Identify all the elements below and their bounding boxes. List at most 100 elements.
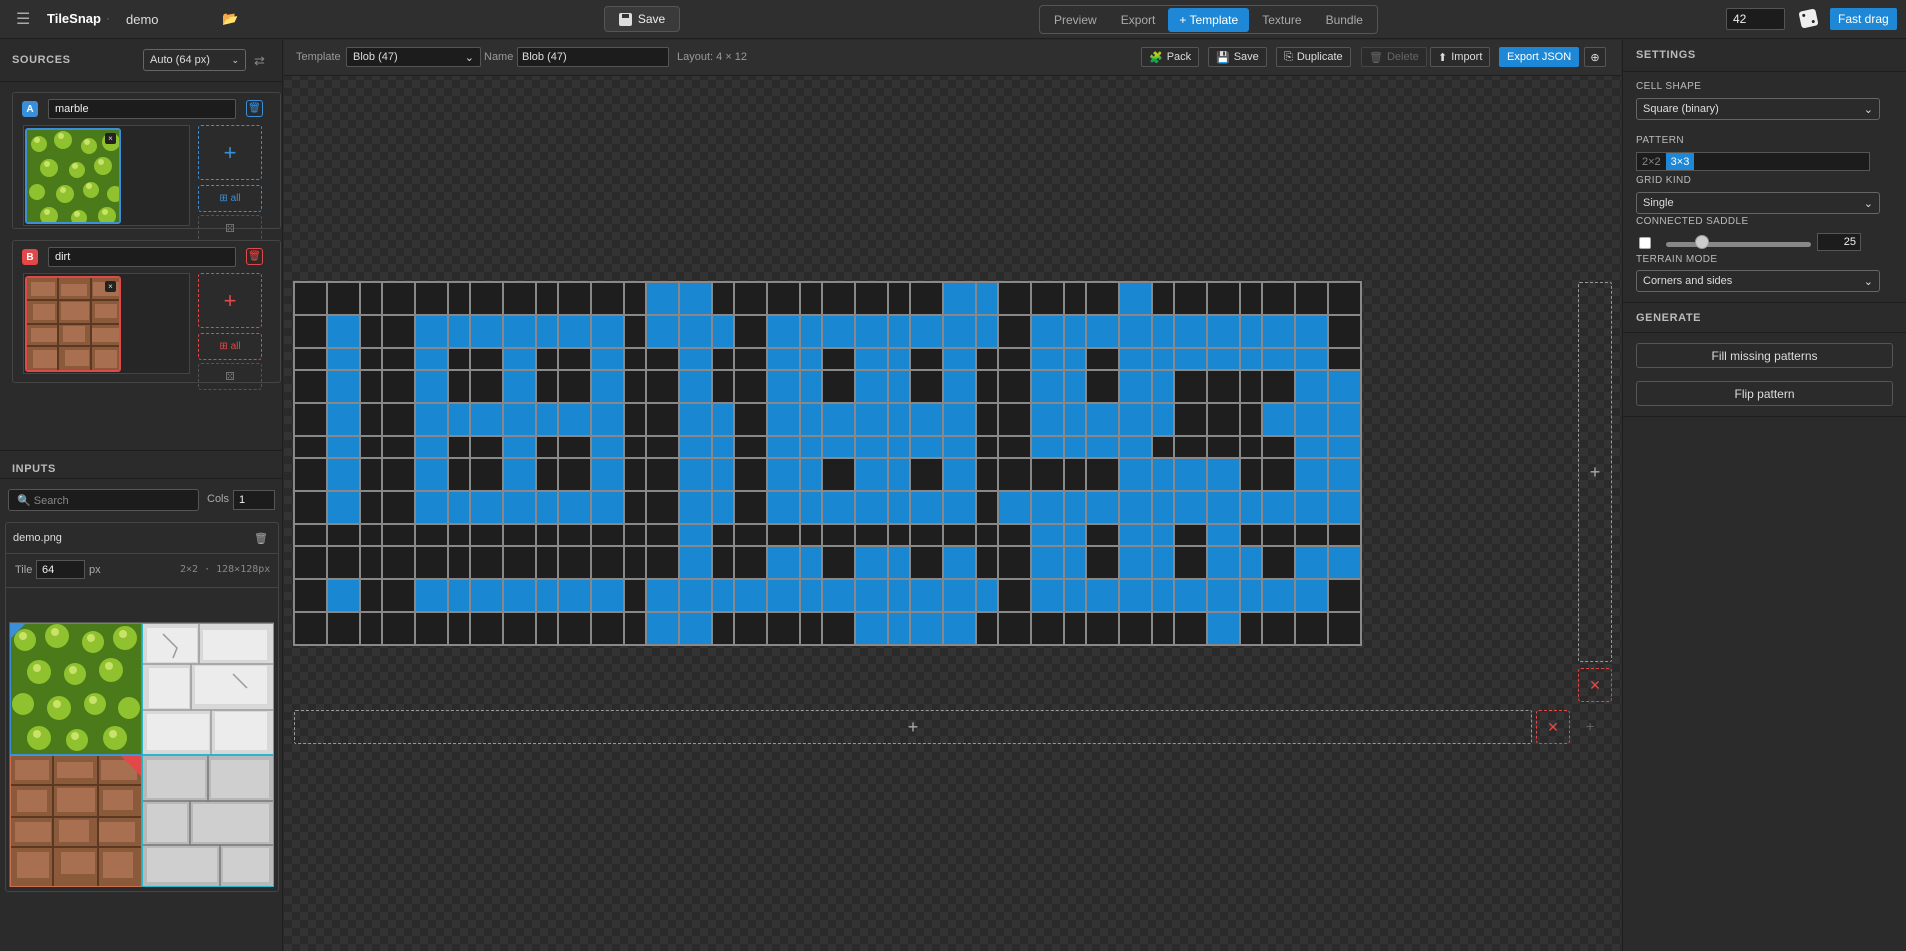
pattern-cell[interactable] — [557, 457, 658, 558]
pattern-subcell[interactable] — [415, 315, 448, 348]
pattern-subcell[interactable] — [1031, 370, 1064, 403]
pattern-subcell[interactable] — [1119, 612, 1152, 645]
random-icon[interactable]: ⚄ — [198, 363, 262, 390]
pattern-subcell[interactable] — [1086, 458, 1119, 491]
pattern-subcell[interactable] — [855, 315, 888, 348]
template-name-input[interactable] — [517, 47, 669, 67]
pattern-subcell[interactable] — [822, 315, 855, 348]
pattern-cell[interactable] — [381, 457, 482, 558]
pattern-subcell[interactable] — [822, 282, 855, 315]
pattern-subcell[interactable] — [910, 579, 943, 612]
pattern-subcell[interactable] — [558, 612, 591, 645]
pattern-cell[interactable] — [821, 457, 922, 558]
pattern-subcell[interactable] — [734, 282, 767, 315]
saddle-value-input[interactable] — [1817, 233, 1861, 251]
pattern-subcell[interactable] — [910, 546, 943, 579]
pattern-subcell[interactable] — [294, 612, 327, 645]
fast-drag-button[interactable]: Fast drag — [1830, 8, 1897, 30]
pattern-subcell[interactable] — [998, 546, 1031, 579]
pattern-cell[interactable] — [645, 281, 746, 382]
pattern-subcell[interactable] — [910, 458, 943, 491]
pattern-subcell[interactable] — [1262, 370, 1295, 403]
source-name-input[interactable] — [48, 247, 236, 267]
save-template-button[interactable]: 💾 Save — [1208, 47, 1267, 67]
duplicate-button[interactable]: ⎘ Duplicate — [1276, 47, 1351, 67]
tab-export[interactable]: Export — [1110, 8, 1167, 32]
pattern-subcell[interactable] — [910, 403, 943, 436]
pattern-subcell[interactable] — [327, 579, 360, 612]
tile-size-input[interactable] — [36, 560, 85, 579]
source-thumbnail[interactable]: × — [25, 276, 121, 372]
pattern-subcell[interactable] — [1295, 403, 1328, 436]
pattern-cell[interactable] — [997, 281, 1098, 382]
pattern-subcell[interactable] — [415, 546, 448, 579]
pattern-subcell[interactable] — [646, 491, 679, 524]
pattern-subcell[interactable] — [1207, 458, 1240, 491]
pattern-subcell[interactable] — [1119, 458, 1152, 491]
pattern-subcell[interactable] — [415, 458, 448, 491]
pattern-cell[interactable] — [1173, 457, 1274, 558]
pattern-subcell[interactable] — [1119, 546, 1152, 579]
pattern-subcell[interactable] — [327, 403, 360, 436]
pattern-subcell[interactable] — [943, 370, 976, 403]
pattern-cell[interactable] — [997, 369, 1098, 470]
flip-pattern-button[interactable]: Flip pattern — [1636, 381, 1893, 406]
pattern-subcell[interactable] — [767, 612, 800, 645]
pattern-cell[interactable] — [1085, 369, 1186, 470]
tilesheet-preview[interactable] — [9, 622, 274, 887]
pattern-subcell[interactable] — [998, 315, 1031, 348]
pattern-cell[interactable] — [557, 545, 658, 646]
pattern-subcell[interactable] — [1328, 403, 1361, 436]
pattern-subcell[interactable] — [767, 403, 800, 436]
pattern-subcell[interactable] — [822, 403, 855, 436]
project-name-input[interactable] — [118, 8, 222, 30]
pattern-cell[interactable] — [909, 369, 1010, 470]
pattern-subcell[interactable] — [1174, 491, 1207, 524]
pattern-subcell[interactable] — [327, 315, 360, 348]
pack-button[interactable]: 🧩 Pack — [1141, 47, 1200, 67]
pattern-cell[interactable] — [645, 545, 746, 646]
pattern-subcell[interactable] — [591, 458, 624, 491]
pattern-subcell[interactable] — [1119, 491, 1152, 524]
pattern-subcell[interactable] — [855, 491, 888, 524]
pattern-subcell[interactable] — [1031, 491, 1064, 524]
pattern-subcell[interactable] — [1174, 370, 1207, 403]
pattern-subcell[interactable] — [943, 612, 976, 645]
pattern-subcell[interactable] — [327, 491, 360, 524]
pattern-subcell[interactable] — [470, 403, 503, 436]
random-icon[interactable]: ⚄ — [198, 215, 262, 242]
fill-missing-button[interactable]: Fill missing patterns — [1636, 343, 1893, 368]
pattern-cell[interactable] — [645, 369, 746, 470]
pattern-subcell[interactable] — [679, 612, 712, 645]
pattern-cell[interactable] — [469, 457, 570, 558]
pattern-subcell[interactable] — [943, 579, 976, 612]
pattern-subcell[interactable] — [1207, 282, 1240, 315]
pattern-cell[interactable] — [733, 369, 834, 470]
pattern-subcell[interactable] — [503, 315, 536, 348]
pattern-cell[interactable] — [1173, 369, 1274, 470]
pattern-subcell[interactable] — [767, 315, 800, 348]
pattern-subcell[interactable] — [943, 403, 976, 436]
pattern-subcell[interactable] — [734, 458, 767, 491]
pattern-subcell[interactable] — [503, 612, 536, 645]
pattern-subcell[interactable] — [646, 315, 679, 348]
pattern-subcell[interactable] — [1031, 282, 1064, 315]
pattern-subcell[interactable] — [327, 282, 360, 315]
pattern-subcell[interactable] — [734, 612, 767, 645]
pattern-subcell[interactable] — [910, 491, 943, 524]
saddle-slider[interactable] — [1666, 242, 1811, 247]
pattern-subcell[interactable] — [998, 370, 1031, 403]
pattern-cell[interactable] — [821, 281, 922, 382]
pattern-subcell[interactable] — [1174, 403, 1207, 436]
pattern-subcell[interactable] — [470, 282, 503, 315]
pattern-subcell[interactable] — [767, 546, 800, 579]
add-corner-icon[interactable]: + — [1586, 718, 1594, 734]
pattern-subcell[interactable] — [646, 403, 679, 436]
pattern-cell[interactable] — [821, 545, 922, 646]
pattern-subcell[interactable] — [1086, 579, 1119, 612]
pattern-subcell[interactable] — [734, 403, 767, 436]
trash-icon[interactable]: 🗑 — [246, 100, 263, 117]
pattern-subcell[interactable] — [646, 546, 679, 579]
pattern-subcell[interactable] — [503, 491, 536, 524]
pattern-subcell[interactable] — [646, 370, 679, 403]
